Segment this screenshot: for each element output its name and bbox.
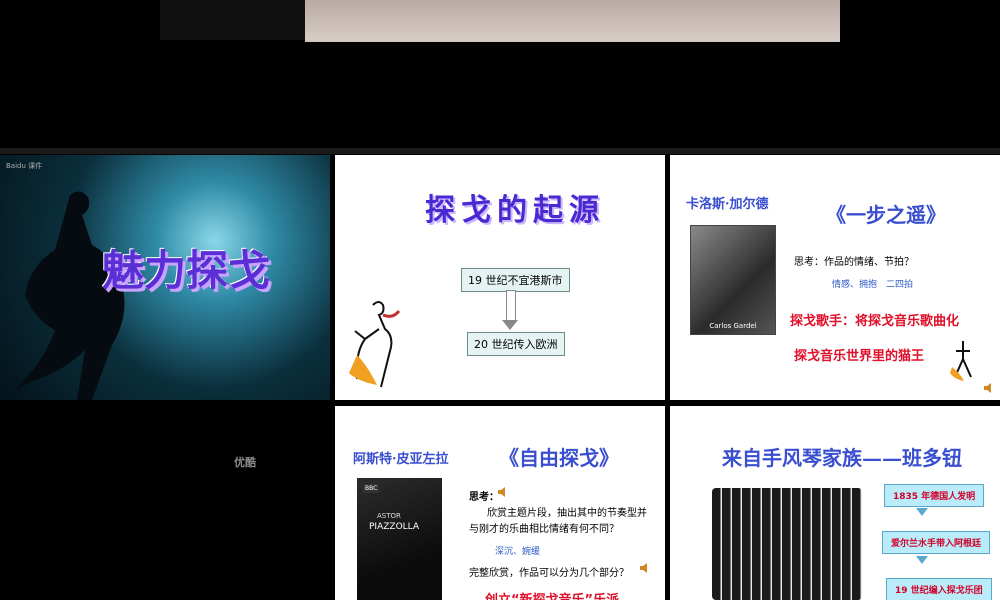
origin-box-2: 20 世纪传入欧洲 (467, 332, 565, 356)
photo-caption: Carlos Gardel (709, 322, 757, 330)
origin-box-1: 19 世纪不宜港斯市 (461, 268, 570, 292)
slide-thumbnail-5[interactable]: 阿斯特·皮亚左拉 《自由探戈》 BBC ASTOR PIAZZOLLA 思考： … (335, 406, 665, 600)
arrowhead-icon (502, 320, 518, 330)
dancers-sketch-icon (349, 301, 401, 388)
singer-text: 探戈歌手：将探戈音乐歌曲化 (790, 314, 960, 329)
slide-thumbnail-4[interactable]: 优酷 (0, 406, 330, 600)
piazzolla-cd-cover: BBC ASTOR PIAZZOLLA (357, 478, 442, 600)
slide-title: 魅力探戈 (102, 246, 271, 295)
divider (0, 148, 1000, 154)
arrow-down-icon (916, 508, 928, 516)
speaker-icon[interactable] (497, 486, 511, 498)
school-text: 创立“新探戈音乐”乐派 (485, 589, 619, 600)
author-name: 阿斯特·皮亚左拉 (353, 452, 449, 467)
gardel-photo: Carlos Gardel (690, 225, 776, 335)
song-title: 《一步之遥》 (826, 203, 946, 227)
fact-box-3: 19 世纪编入探戈乐团 (886, 578, 992, 600)
cd-line-2: PIAZZOLLA (369, 522, 420, 532)
speaker-icon[interactable] (983, 382, 997, 394)
video-logo: 优酷 (234, 456, 256, 469)
dancer-small-icon (950, 341, 972, 381)
bandoneon-image (712, 488, 862, 600)
slide-thumbnail-6[interactable]: 来自手风琴家族——班多钮 1835 年德国人发明 爱尔兰水手带入阿根廷 19 世… (670, 406, 1000, 600)
king-text: 探戈音乐世界里的猫王 (794, 349, 925, 364)
slide-thumbnail-2[interactable]: 探戈的起源 19 世纪不宜港斯市 20 世纪传入欧洲 (335, 155, 665, 400)
think-label: 思考： (469, 492, 499, 503)
cd-line-1: ASTOR (377, 512, 401, 520)
slide-thumbnail-1[interactable]: Baidu 课件 魅力探戈 (0, 155, 330, 400)
fact-box-1: 1835 年德国人发明 (884, 484, 985, 507)
question-2: 完整欣赏，作品可以分为几个部分？ (469, 568, 629, 579)
answer-text: 情感、拥抱 二四拍 (832, 280, 914, 290)
song-title: 《自由探戈》 (499, 446, 619, 470)
arrow-down-icon (506, 290, 516, 321)
hint-text: 深沉、婉缓 (495, 547, 541, 557)
question-text: 思考：作品的情绪、节拍？ (794, 257, 914, 268)
watermark: Baidu 课件 (6, 162, 43, 170)
arrow-down-icon (916, 556, 928, 564)
cd-brand: BBC (363, 484, 380, 493)
question-1: 欣赏主题片段，抽出其中的节奏型并与刚才的乐曲相比情绪有何不同？ (469, 508, 647, 535)
speaker-icon[interactable] (639, 562, 653, 574)
fact-box-2: 爱尔兰水手带入阿根廷 (882, 531, 991, 554)
slide-title: 探戈的起源 (425, 193, 605, 228)
slide-thumbnail-3[interactable]: 卡洛斯·加尔德 《一步之遥》 Carlos Gardel 思考：作品的情绪、节拍… (670, 155, 1000, 400)
top-preview-dark (160, 0, 305, 40)
author-name: 卡洛斯·加尔德 (686, 197, 769, 212)
top-video-preview[interactable] (305, 0, 840, 42)
slide-title: 来自手风琴家族——班多钮 (722, 446, 962, 470)
